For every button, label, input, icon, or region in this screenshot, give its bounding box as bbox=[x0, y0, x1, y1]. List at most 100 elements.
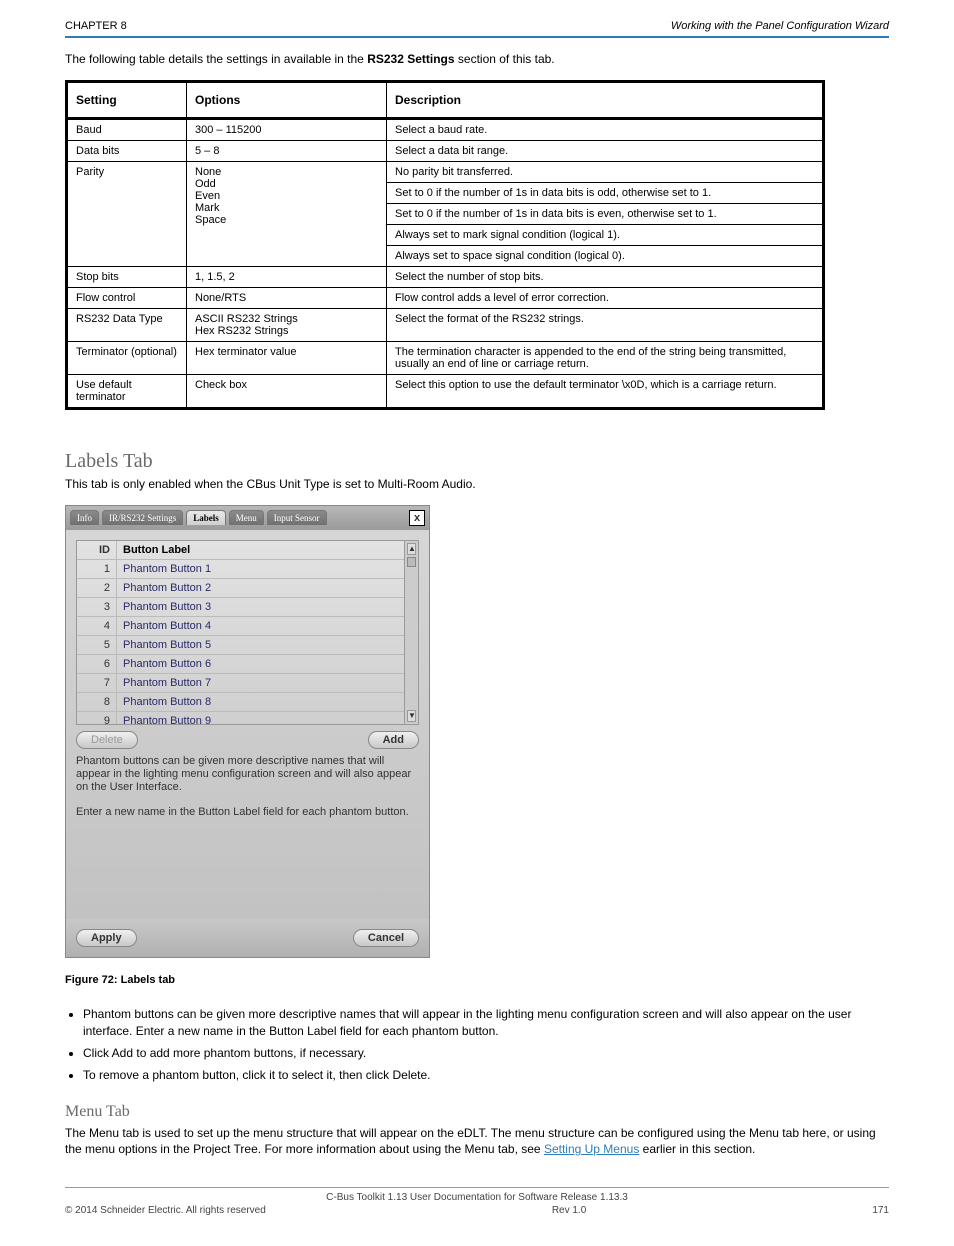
header-rule bbox=[65, 36, 889, 38]
help-text-2: Enter a new name in the Button Label fie… bbox=[76, 806, 419, 819]
list-item-id: 1 bbox=[77, 560, 117, 578]
list-item-id: 6 bbox=[77, 655, 117, 673]
apply-button[interactable]: Apply bbox=[76, 929, 137, 947]
col-header-label: Button Label bbox=[117, 541, 404, 559]
tab-menu[interactable]: Menu bbox=[229, 510, 264, 525]
cell-options: Check box bbox=[187, 374, 387, 408]
cell-description: The termination character is appended to… bbox=[387, 341, 824, 374]
labels-bullets: Phantom buttons can be given more descri… bbox=[83, 1006, 889, 1083]
scroll-up-icon[interactable]: ▲ bbox=[407, 543, 416, 555]
list-item-label[interactable]: Phantom Button 2 bbox=[117, 579, 404, 597]
cell-description: Select a baud rate. bbox=[387, 118, 824, 140]
cell-options: 1, 1.5, 2 bbox=[187, 266, 387, 287]
footer-rev: Rev 1.0 bbox=[266, 1205, 873, 1216]
list-item-id: 4 bbox=[77, 617, 117, 635]
cell-setting: Data bits bbox=[67, 140, 187, 161]
bullet-item: Phantom buttons can be given more descri… bbox=[83, 1006, 889, 1038]
delete-button[interactable]: Delete bbox=[76, 731, 138, 749]
menu-tab-description: The Menu tab is used to set up the menu … bbox=[65, 1125, 889, 1157]
th-options: Options bbox=[187, 81, 387, 118]
list-item-label[interactable]: Phantom Button 5 bbox=[117, 636, 404, 654]
col-header-id: ID bbox=[77, 541, 117, 559]
intro-pre: The following table details the settings… bbox=[65, 52, 367, 66]
chapter-label: CHAPTER 8 bbox=[65, 20, 127, 32]
cell-description: Select this option to use the default te… bbox=[387, 374, 824, 408]
labels-dialog: Info IR/RS232 Settings Labels Menu Input… bbox=[65, 505, 430, 959]
list-item[interactable]: 4Phantom Button 4 bbox=[77, 617, 404, 636]
table-row: Baud300 – 115200Select a baud rate. bbox=[67, 118, 824, 140]
cell-options: ASCII RS232 Strings Hex RS232 Strings bbox=[187, 308, 387, 341]
table-row: Stop bits1, 1.5, 2Select the number of s… bbox=[67, 266, 824, 287]
bullet-item: To remove a phantom button, click it to … bbox=[83, 1067, 889, 1083]
table-row: Data bits5 – 8Select a data bit range. bbox=[67, 140, 824, 161]
table-row: Flow controlNone/RTSFlow control adds a … bbox=[67, 287, 824, 308]
list-item-label[interactable]: Phantom Button 8 bbox=[117, 693, 404, 711]
cell-description: Select a data bit range. bbox=[387, 140, 824, 161]
tab-input-sensor[interactable]: Input Sensor bbox=[267, 510, 327, 525]
list-item[interactable]: 8Phantom Button 8 bbox=[77, 693, 404, 712]
cell-options: 5 – 8 bbox=[187, 140, 387, 161]
footer-page: 171 bbox=[872, 1205, 889, 1216]
description-subitem: Set to 0 if the number of 1s in data bit… bbox=[387, 203, 822, 224]
intro-bold: RS232 Settings bbox=[367, 52, 454, 66]
footer-title: C-Bus Toolkit 1.13 User Documentation fo… bbox=[65, 1187, 889, 1203]
list-item[interactable]: 9Phantom Button 9 bbox=[77, 712, 404, 724]
cell-description: Select the format of the RS232 strings. bbox=[387, 308, 824, 341]
cell-setting: Use default terminator bbox=[67, 374, 187, 408]
figure-caption: Figure 72: Labels tab bbox=[65, 974, 889, 986]
cell-options: None Odd Even Mark Space bbox=[187, 161, 387, 266]
tab-ir-rs232[interactable]: IR/RS232 Settings bbox=[102, 510, 183, 525]
footer-copyright: © 2014 Schneider Electric. All rights re… bbox=[65, 1205, 266, 1216]
cell-description: Select the number of stop bits. bbox=[387, 266, 824, 287]
tab-labels[interactable]: Labels bbox=[186, 510, 226, 525]
cancel-button[interactable]: Cancel bbox=[353, 929, 419, 947]
list-item-id: 7 bbox=[77, 674, 117, 692]
cell-options: Hex terminator value bbox=[187, 341, 387, 374]
cell-description: Flow control adds a level of error corre… bbox=[387, 287, 824, 308]
list-item[interactable]: 6Phantom Button 6 bbox=[77, 655, 404, 674]
list-item-label[interactable]: Phantom Button 1 bbox=[117, 560, 404, 578]
intro-post: section of this tab. bbox=[458, 52, 555, 66]
list-item[interactable]: 2Phantom Button 2 bbox=[77, 579, 404, 598]
list-item[interactable]: 3Phantom Button 3 bbox=[77, 598, 404, 617]
menu-tab-heading: Menu Tab bbox=[65, 1103, 889, 1121]
list-item-label[interactable]: Phantom Button 4 bbox=[117, 617, 404, 635]
close-icon[interactable]: x bbox=[409, 510, 425, 526]
cell-setting: Terminator (optional) bbox=[67, 341, 187, 374]
phantom-button-list[interactable]: ID Button Label 1Phantom Button 12Phanto… bbox=[76, 540, 419, 725]
tab-bar: Info IR/RS232 Settings Labels Menu Input… bbox=[66, 506, 429, 530]
description-subitem: Set to 0 if the number of 1s in data bit… bbox=[387, 182, 822, 203]
cell-options: None/RTS bbox=[187, 287, 387, 308]
cell-setting: Flow control bbox=[67, 287, 187, 308]
cell-setting: Stop bits bbox=[67, 266, 187, 287]
page-subtitle: Working with the Panel Configuration Wiz… bbox=[671, 20, 889, 32]
setting-up-menus-link[interactable]: Setting Up Menus bbox=[544, 1142, 639, 1156]
description-subitem: Always set to space signal condition (lo… bbox=[387, 245, 822, 266]
description-subitem: No parity bit transferred. bbox=[387, 162, 822, 182]
table-row: ParityNone Odd Even Mark SpaceNo parity … bbox=[67, 161, 824, 266]
bullet-item: Click Add to add more phantom buttons, i… bbox=[83, 1045, 889, 1061]
table-row: Terminator (optional)Hex terminator valu… bbox=[67, 341, 824, 374]
cell-setting: Baud bbox=[67, 118, 187, 140]
list-item-label[interactable]: Phantom Button 3 bbox=[117, 598, 404, 616]
menu-desc-post: earlier in this section. bbox=[643, 1142, 756, 1156]
list-scrollbar[interactable]: ▲ ▼ bbox=[404, 541, 418, 724]
description-subitem: Always set to mark signal condition (log… bbox=[387, 224, 822, 245]
cell-options: 300 – 115200 bbox=[187, 118, 387, 140]
cell-setting: Parity bbox=[67, 161, 187, 266]
list-item[interactable]: 5Phantom Button 5 bbox=[77, 636, 404, 655]
list-item[interactable]: 1Phantom Button 1 bbox=[77, 560, 404, 579]
list-item[interactable]: 7Phantom Button 7 bbox=[77, 674, 404, 693]
list-item-label[interactable]: Phantom Button 7 bbox=[117, 674, 404, 692]
add-button[interactable]: Add bbox=[368, 731, 419, 749]
table-row: Use default terminatorCheck boxSelect th… bbox=[67, 374, 824, 408]
list-item-id: 8 bbox=[77, 693, 117, 711]
list-item-label[interactable]: Phantom Button 9 bbox=[117, 712, 404, 724]
section-title-labels: Labels Tab bbox=[65, 450, 889, 473]
list-item-label[interactable]: Phantom Button 6 bbox=[117, 655, 404, 673]
tab-info[interactable]: Info bbox=[70, 510, 99, 525]
th-description: Description bbox=[387, 81, 824, 118]
scroll-down-icon[interactable]: ▼ bbox=[407, 710, 416, 722]
list-item-id: 5 bbox=[77, 636, 117, 654]
scroll-thumb[interactable] bbox=[407, 557, 416, 567]
